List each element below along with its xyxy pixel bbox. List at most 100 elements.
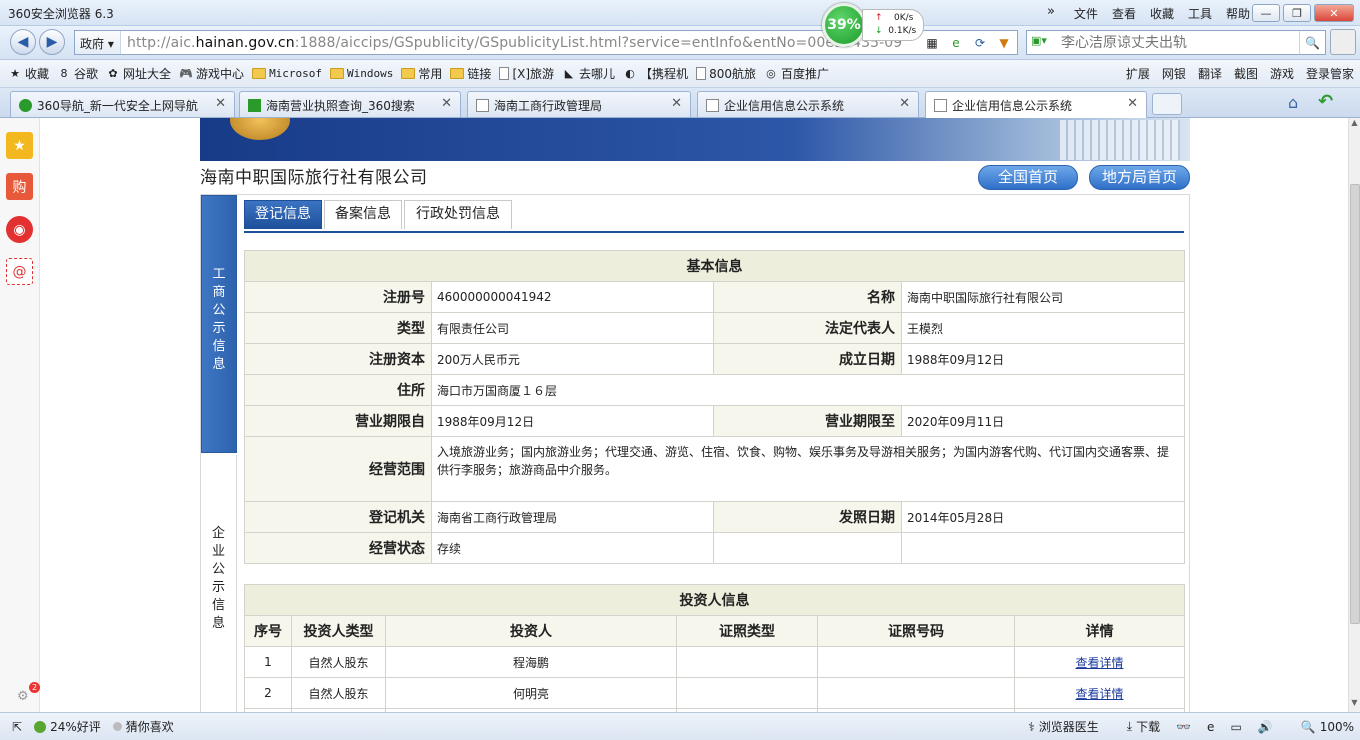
- scroll-down-icon[interactable]: ▼: [1349, 698, 1360, 712]
- tab-penalty[interactable]: 行政处罚信息: [404, 200, 512, 229]
- tab-hainan-aic[interactable]: 海南工商行政管理局 ✕: [467, 91, 691, 117]
- favorite-item[interactable]: ★ 收藏: [8, 65, 49, 82]
- toolbar-extension-item[interactable]: 扩展: [1126, 65, 1150, 82]
- weibo-icon[interactable]: ◉: [6, 216, 33, 243]
- favorites-star-icon[interactable]: ★: [6, 132, 33, 159]
- guess-you-like[interactable]: 猜你喜欢: [112, 718, 174, 735]
- favorite-item[interactable]: Microsof: [252, 67, 322, 80]
- vtab-aic-publicity[interactable]: 工商公示信息: [201, 195, 237, 453]
- favorite-item[interactable]: Windows: [330, 67, 393, 80]
- back-button[interactable]: ◀: [10, 29, 36, 55]
- glasses-icon[interactable]: 👓: [1176, 720, 1191, 734]
- scope-value: 入境旅游业务；国内旅游业务；代理交通、游览、住宿、饮食、购物、娱乐事务及导游相关…: [431, 436, 1185, 502]
- scroll-up-icon[interactable]: ▲: [1349, 118, 1360, 132]
- favorite-item[interactable]: ◣ 去哪儿: [562, 65, 615, 82]
- favorite-item[interactable]: 常用: [401, 65, 442, 82]
- term-to-label: 营业期限至: [713, 405, 902, 437]
- legal-rep-label: 法定代表人: [713, 312, 902, 344]
- favorite-item[interactable]: 🎮 游戏中心: [179, 65, 244, 82]
- search-input[interactable]: [1061, 33, 1291, 52]
- chevron-more-icon[interactable]: »: [1047, 4, 1055, 19]
- network-speed-widget[interactable]: 39% ↑ 0K/s ↓ 0.1K/s: [822, 3, 926, 47]
- baidu-icon: ◎: [766, 67, 776, 80]
- ie-icon[interactable]: e: [1207, 720, 1214, 734]
- new-tab-button[interactable]: [1152, 93, 1182, 115]
- favorite-item[interactable]: ✿ 网址大全: [106, 65, 171, 82]
- menu-view[interactable]: 查看: [1112, 5, 1136, 22]
- window-icon[interactable]: ▭: [1230, 720, 1241, 734]
- minimize-button[interactable]: —: [1252, 4, 1280, 22]
- zoom-level[interactable]: 🔍 100%: [1301, 720, 1354, 734]
- vtab-enterprise-publicity[interactable]: 企业公示信息: [201, 455, 237, 712]
- settings-gear-icon[interactable]: ⚙: [17, 689, 29, 704]
- forward-button[interactable]: ▶: [39, 29, 65, 55]
- rating-item[interactable]: 24%好评: [34, 718, 101, 735]
- download-item[interactable]: ⤓ 下载: [1127, 718, 1160, 735]
- col-id-no: 证照号码: [817, 615, 1015, 647]
- toolbar-extension-item[interactable]: 翻译: [1198, 65, 1222, 82]
- undo-close-icon[interactable]: ↶: [1318, 91, 1333, 112]
- type-value: 有限责任公司: [431, 312, 714, 344]
- col-no: 序号: [244, 615, 292, 647]
- browser-doctor[interactable]: ⚕ 浏览器医生: [1028, 718, 1099, 735]
- founded-label: 成立日期: [713, 343, 902, 375]
- tab-360-search[interactable]: 海南营业执照查询_360搜索 ✕: [239, 91, 461, 117]
- toolbar-extension-item[interactable]: 截图: [1234, 65, 1258, 82]
- search-engine-icon[interactable]: ▣▾: [1031, 34, 1061, 52]
- menu-favorites[interactable]: 收藏: [1150, 5, 1174, 22]
- toolbar-extension-item[interactable]: 游戏: [1270, 65, 1294, 82]
- folder-icon: [330, 68, 345, 79]
- user-avatar[interactable]: [1330, 29, 1356, 55]
- maximize-button[interactable]: ❐: [1283, 4, 1311, 22]
- local-home-button[interactable]: 地方局首页: [1089, 165, 1190, 190]
- vertical-scrollbar[interactable]: ▲ ▼: [1348, 118, 1360, 712]
- close-tab-icon[interactable]: ✕: [441, 96, 452, 111]
- refresh-icon[interactable]: ⟳: [969, 32, 991, 53]
- col-investor-type: 投资人类型: [291, 615, 386, 647]
- qunar-icon: ◣: [564, 67, 574, 80]
- authority-value: 海南省工商行政管理局: [431, 501, 714, 533]
- menu-file[interactable]: 文件: [1074, 5, 1098, 22]
- close-tab-icon[interactable]: ✕: [215, 96, 226, 111]
- doctor-icon: ⚕: [1028, 719, 1035, 734]
- close-tab-icon[interactable]: ✕: [671, 96, 682, 111]
- zone-selector[interactable]: 政府 ▾: [75, 31, 121, 54]
- favorite-item[interactable]: 8 谷歌: [57, 65, 99, 82]
- basic-info-table: 基本信息 注册号 460000000041942 名称 海南中职国际旅行社有限公…: [244, 250, 1185, 564]
- sidebar-toggle-icon[interactable]: ⇱: [12, 720, 22, 734]
- close-tab-icon[interactable]: ✕: [1127, 96, 1138, 111]
- favorite-item[interactable]: ◎ 百度推广: [764, 65, 829, 82]
- toolbar-extension-item[interactable]: 网银: [1162, 65, 1186, 82]
- tab-360-nav[interactable]: 360导航_新一代安全上网导航 ✕: [10, 91, 235, 117]
- tab-credit-1[interactable]: 企业信用信息公示系统 ✕: [697, 91, 919, 117]
- view-detail-link[interactable]: 查看详情: [1075, 687, 1123, 701]
- search-box[interactable]: ▣▾ 🔍: [1026, 30, 1326, 55]
- title-bar: 360安全浏览器 6.3 » 文件 查看 收藏 工具 帮助 — ❐ ✕: [0, 0, 1360, 26]
- mail-icon[interactable]: @: [6, 258, 33, 285]
- volume-icon[interactable]: 🔊: [1258, 720, 1273, 734]
- zoom-icon: 🔍: [1300, 719, 1316, 734]
- close-button[interactable]: ✕: [1314, 4, 1354, 22]
- close-tab-icon[interactable]: ✕: [899, 96, 910, 111]
- ie-mode-icon[interactable]: e: [945, 32, 967, 53]
- tab-registration[interactable]: 登记信息: [244, 200, 322, 229]
- national-home-button[interactable]: 全国首页: [978, 165, 1078, 190]
- search-icon[interactable]: 🔍: [1299, 31, 1325, 54]
- tab-credit-2[interactable]: 企业信用信息公示系统 ✕: [925, 91, 1147, 118]
- favorite-item[interactable]: ◐ 【携程机: [623, 65, 688, 82]
- favorite-item[interactable]: 800航旅: [696, 65, 756, 82]
- home-icon[interactable]: ⌂: [1288, 93, 1298, 112]
- menu-tools[interactable]: 工具: [1188, 5, 1212, 22]
- favorite-item[interactable]: [X]旅游: [499, 65, 554, 82]
- tab-filing[interactable]: 备案信息: [324, 200, 402, 229]
- view-detail-link[interactable]: 查看详情: [1075, 656, 1123, 670]
- menu-help[interactable]: 帮助: [1226, 5, 1250, 22]
- shopping-icon[interactable]: 购: [6, 173, 33, 200]
- table-row: 1 自然人股东 程海鹏 查看详情: [244, 646, 1185, 678]
- toolbar-extension-item[interactable]: 登录管家: [1306, 65, 1354, 82]
- dropdown-icon[interactable]: ▼: [993, 32, 1015, 53]
- url-text[interactable]: http://aic.hainan.gov.cn:1888/aiccips/GS…: [127, 35, 902, 51]
- favorite-item[interactable]: 链接: [450, 65, 491, 82]
- scroll-thumb[interactable]: [1350, 184, 1360, 624]
- site-banner: [200, 118, 1190, 161]
